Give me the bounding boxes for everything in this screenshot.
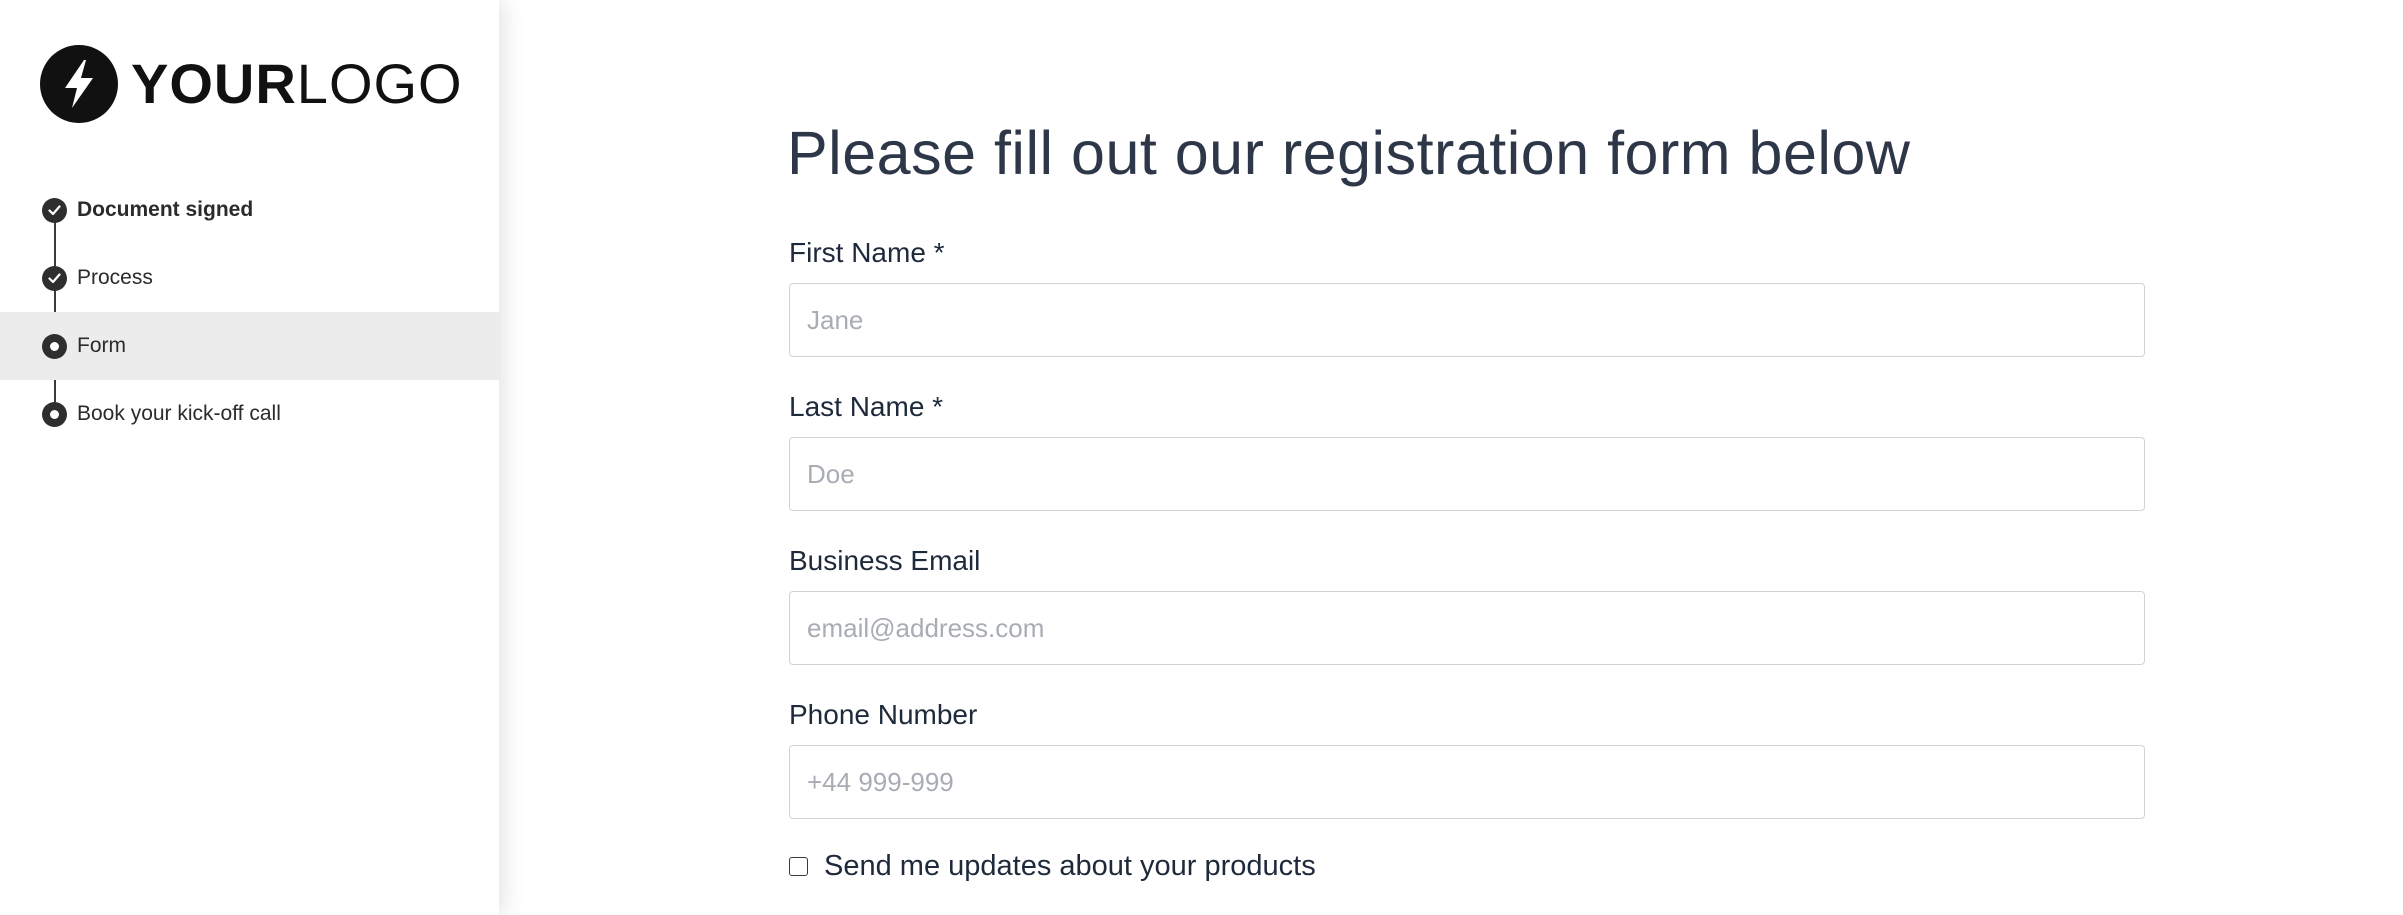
step-label: Form bbox=[77, 334, 126, 357]
last-name-input[interactable] bbox=[789, 437, 2145, 511]
radio-dot-icon bbox=[42, 333, 67, 359]
updates-checkbox-label[interactable]: Send me updates about your products bbox=[824, 850, 1316, 883]
logo[interactable]: YOURLOGO bbox=[40, 45, 463, 123]
marker-dot bbox=[50, 409, 59, 419]
page-title: Please fill out our registration form be… bbox=[787, 119, 1911, 187]
progress-steps: Document signed Process Form Book your k… bbox=[0, 176, 499, 448]
registration-form: Please fill out our registration form be… bbox=[499, 0, 2403, 915]
marker-dot bbox=[50, 341, 59, 351]
logo-bolt-icon bbox=[40, 45, 118, 123]
logo-text-light: LOGO bbox=[296, 52, 463, 115]
step-label: Document signed bbox=[77, 198, 254, 221]
updates-checkbox[interactable] bbox=[789, 857, 808, 876]
step-form[interactable]: Form bbox=[0, 312, 499, 380]
radio-dot-icon bbox=[42, 401, 67, 427]
sidebar: YOURLOGO Document signed Process Form Bo… bbox=[0, 0, 499, 915]
first-name-label: First Name * bbox=[789, 237, 945, 268]
step-label: Book your kick-off call bbox=[77, 402, 281, 425]
step-document-signed[interactable]: Document signed bbox=[0, 176, 499, 244]
phone-number-input[interactable] bbox=[789, 745, 2145, 819]
check-icon bbox=[42, 197, 67, 223]
step-label: Process bbox=[77, 266, 153, 289]
business-email-input[interactable] bbox=[789, 591, 2145, 665]
business-email-label: Business Email bbox=[789, 545, 981, 576]
last-name-label: Last Name * bbox=[789, 391, 944, 422]
phone-number-label: Phone Number bbox=[789, 699, 978, 730]
check-icon bbox=[42, 265, 67, 291]
logo-wordmark: YOURLOGO bbox=[131, 56, 463, 112]
first-name-input[interactable] bbox=[789, 283, 2145, 357]
logo-text-bold: YOUR bbox=[131, 52, 297, 115]
step-process[interactable]: Process bbox=[0, 244, 499, 312]
app: YOURLOGO Document signed Process Form Bo… bbox=[0, 0, 2403, 915]
updates-checkbox-row: Send me updates about your products bbox=[789, 850, 1316, 883]
step-book-kickoff-call[interactable]: Book your kick-off call bbox=[0, 380, 499, 448]
